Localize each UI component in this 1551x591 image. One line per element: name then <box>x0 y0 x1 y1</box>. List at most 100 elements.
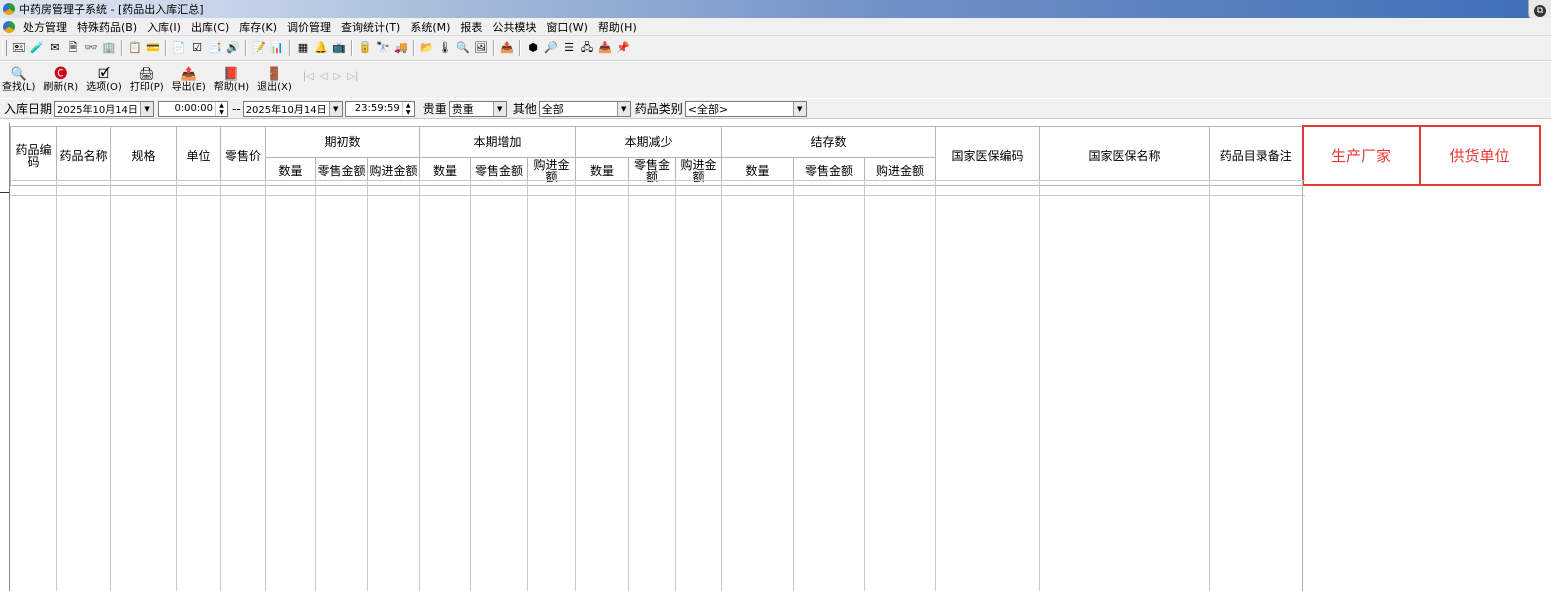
menu-query-stats[interactable]: 查询统计(T) <box>336 19 405 35</box>
start-time-spinner[interactable]: 0:00:00 ▲ ▼ <box>158 100 229 117</box>
tool-icon-10[interactable]: ☑ <box>190 41 204 55</box>
spin-arrows-icon[interactable]: ▲ ▼ <box>215 101 227 116</box>
menu-special-drugs[interactable]: 特殊药品(B) <box>72 19 142 35</box>
chevron-down-icon[interactable]: ▼ <box>492 101 506 116</box>
options-button[interactable]: 🗹 选项(O) <box>86 68 122 98</box>
menu-inbound[interactable]: 入库(I) <box>142 19 186 35</box>
category-label: 药品类别 <box>634 102 683 116</box>
col-drug-code[interactable]: 药品编码 <box>10 125 57 186</box>
tool-icon-24[interactable]: 🖼 <box>474 41 488 55</box>
export-label: 导出(E) <box>171 82 206 93</box>
tool-icon-26[interactable]: ⬢ <box>526 41 540 55</box>
chevron-down-icon[interactable]: ▼ <box>140 101 154 116</box>
end-time-value: 23:59:59 <box>354 103 400 114</box>
tool-icon-29[interactable]: 🖧 <box>580 41 594 55</box>
tool-icon-25[interactable]: 📤 <box>500 41 514 55</box>
grid-col-line <box>419 181 420 591</box>
grid-row-line <box>10 195 1305 196</box>
tool-icon-18[interactable]: 🥫 <box>358 41 372 55</box>
tool-icon-21[interactable]: 📂 <box>420 41 434 55</box>
tool-icon-12[interactable]: 🔊 <box>226 41 240 55</box>
group-opening: 期初数 <box>265 125 420 158</box>
tool-icon-28[interactable]: ☰ <box>562 41 576 55</box>
grade-select[interactable]: 贵重 ▼ <box>448 100 507 117</box>
tool-icon-11[interactable]: 📑 <box>208 41 222 55</box>
tool-icon-9[interactable]: 📄 <box>172 41 186 55</box>
end-time-spinner[interactable]: 23:59:59 ▲ ▼ <box>344 100 415 117</box>
print-button[interactable]: 🖨 打印(P) <box>130 68 164 98</box>
col-drug-name[interactable]: 药品名称 <box>56 125 111 186</box>
menu-price-adjust[interactable]: 调价管理 <box>282 19 336 35</box>
tool-icon-16[interactable]: 🔔 <box>314 41 328 55</box>
menu-inventory[interactable]: 库存(K) <box>234 19 282 35</box>
menu-system[interactable]: 系统(M) <box>405 19 455 35</box>
col-retail-price[interactable]: 零售价 <box>220 125 266 186</box>
row-indicator-column <box>0 123 10 591</box>
col-spec[interactable]: 规格 <box>110 125 177 186</box>
grid-col-line <box>864 181 865 591</box>
col-unit[interactable]: 单位 <box>176 125 221 186</box>
menu-window[interactable]: 窗口(W) <box>541 19 592 35</box>
start-date-picker[interactable]: 2025年10月14日 ▼ <box>54 100 155 117</box>
category-select[interactable]: <全部> ▼ <box>684 100 807 117</box>
export-button[interactable]: 📤 导出(E) <box>172 68 206 98</box>
tool-icon-6[interactable]: 🏢 <box>102 41 116 55</box>
tool-icon-4[interactable]: 🗎 <box>66 41 80 55</box>
tool-icon-15[interactable]: ▦ <box>296 41 310 55</box>
toolbar-separator <box>413 40 415 56</box>
tool-icon-13[interactable]: 📝 <box>252 41 266 55</box>
tool-icon-31[interactable]: 📌 <box>616 41 630 55</box>
tool-icon-1[interactable]: 🖭 <box>12 41 26 55</box>
refresh-button[interactable]: 🅒 刷新(R) <box>43 68 78 98</box>
toolbar-separator <box>519 40 521 56</box>
other-value: 全部 <box>541 102 564 116</box>
first-record-icon: |◁ <box>302 71 314 82</box>
exit-button[interactable]: 🚪 退出(X) <box>257 68 292 98</box>
grid-col-line <box>527 181 528 591</box>
next-record-icon: ▷ <box>333 71 342 82</box>
other-label: 其他 <box>512 102 537 116</box>
end-date-picker[interactable]: 2025年10月14日 ▼ <box>242 100 343 117</box>
tool-icon-23[interactable]: 🔍 <box>456 41 470 55</box>
chevron-down-icon[interactable]: ▼ <box>328 101 342 116</box>
help-button[interactable]: 📕 帮助(H) <box>214 68 249 98</box>
tool-icon-22[interactable]: 🌡 <box>438 41 452 55</box>
other-select[interactable]: 全部 ▼ <box>538 100 631 117</box>
tool-icon-3[interactable]: ✉ <box>48 41 62 55</box>
tool-icon-27[interactable]: 🔎 <box>544 41 558 55</box>
grid-col-line <box>176 181 177 591</box>
data-grid[interactable]: 药品编码 药品名称 规格 单位 零售价 期初数 本期增加 本期减少 结存数 国家… <box>0 123 1551 591</box>
system-menu-icon[interactable] <box>3 20 15 33</box>
menu-prescription[interactable]: 处方管理 <box>18 19 72 35</box>
col-remark[interactable]: 药品目录备注 <box>1209 125 1303 186</box>
tool-icon-8[interactable]: 💳 <box>146 41 160 55</box>
tool-icon-30[interactable]: 📥 <box>598 41 612 55</box>
menu-reports[interactable]: 报表 <box>455 19 487 35</box>
menu-outbound[interactable]: 出库(C) <box>186 19 234 35</box>
tool-icon-5[interactable]: 👓 <box>84 41 98 55</box>
menu-help[interactable]: 帮助(H) <box>593 19 642 35</box>
col-national-code[interactable]: 国家医保编码 <box>935 125 1040 186</box>
print-label: 打印(P) <box>129 82 164 93</box>
col-manufacturer[interactable]: 生产厂家 <box>1301 125 1421 186</box>
tool-icon-20[interactable]: 🚚 <box>394 41 408 55</box>
tool-icon-2[interactable]: 🧪 <box>30 41 44 55</box>
chevron-down-icon[interactable]: ▼ <box>792 101 806 116</box>
menu-common[interactable]: 公共模块 <box>487 19 541 35</box>
date-separator: -- <box>232 101 241 116</box>
exit-door-icon: 🚪 <box>266 67 283 82</box>
grade-value: 贵重 <box>451 102 474 116</box>
toolbar-grip[interactable] <box>2 40 7 56</box>
tool-icon-7[interactable]: 📋 <box>128 41 142 55</box>
last-record-icon: ▷| <box>347 71 359 82</box>
tool-icon-14[interactable]: 📊 <box>270 41 284 55</box>
chevron-down-icon[interactable]: ▼ <box>616 101 630 116</box>
end-date-value: 2025年10月14日 <box>245 105 327 116</box>
spin-arrows-icon[interactable]: ▲ ▼ <box>401 101 414 116</box>
find-button[interactable]: 🔍 查找(L) <box>2 68 35 98</box>
tool-icon-19[interactable]: 🔭 <box>376 41 390 55</box>
start-date-value: 2025年10月14日 <box>57 105 138 116</box>
col-supplier[interactable]: 供货单位 <box>1418 125 1541 186</box>
col-national-name[interactable]: 国家医保名称 <box>1039 125 1210 186</box>
tool-icon-17[interactable]: 📺 <box>332 41 346 55</box>
